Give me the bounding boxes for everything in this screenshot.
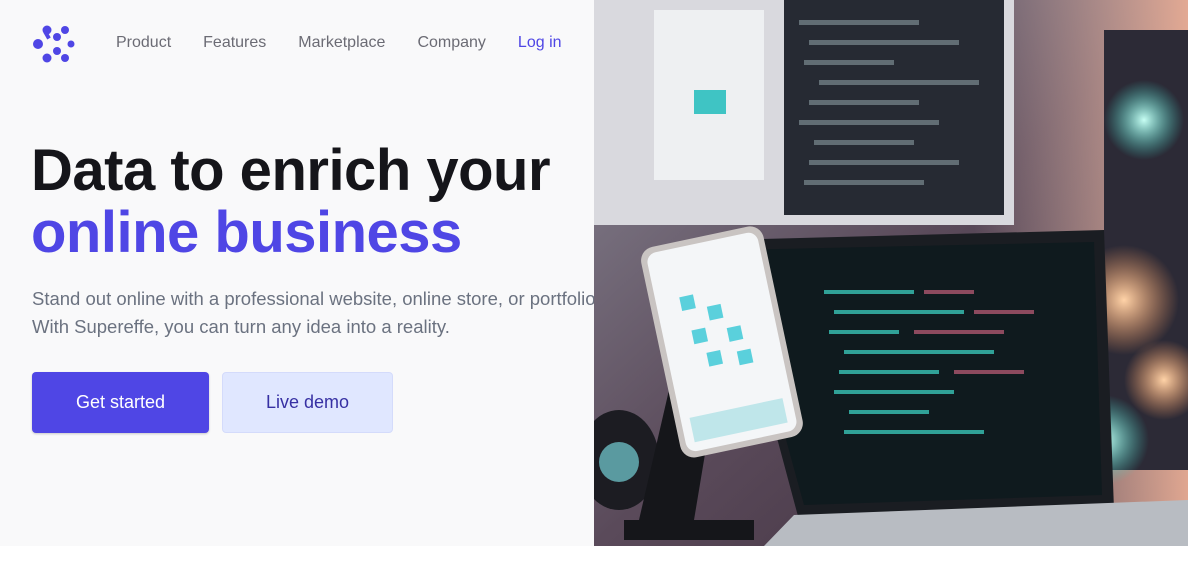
hero-subtext: Stand out online with a professional web…: [32, 288, 601, 337]
nav-item-features[interactable]: Features: [203, 34, 266, 52]
login-link[interactable]: Log in: [518, 34, 562, 52]
nav-item-marketplace[interactable]: Marketplace: [298, 34, 385, 52]
headline-line-2-accent: online business: [31, 200, 462, 265]
headline-line-1: Data to enrich your: [31, 138, 551, 203]
nav-item-company[interactable]: Company: [417, 34, 485, 52]
brand-logo-icon[interactable]: [33, 25, 75, 63]
workspace-photo-illustration: [594, 0, 1188, 546]
live-demo-button[interactable]: Live demo: [222, 372, 393, 433]
hero-section: Product Features Marketplace Company Log…: [0, 0, 1188, 546]
hero-image: [594, 0, 1188, 546]
main-nav: Product Features Marketplace Company Log…: [116, 34, 562, 52]
hero-headline: Data to enrich your online business: [31, 138, 551, 265]
get-started-button[interactable]: Get started: [32, 372, 209, 433]
nav-item-product[interactable]: Product: [116, 34, 171, 52]
